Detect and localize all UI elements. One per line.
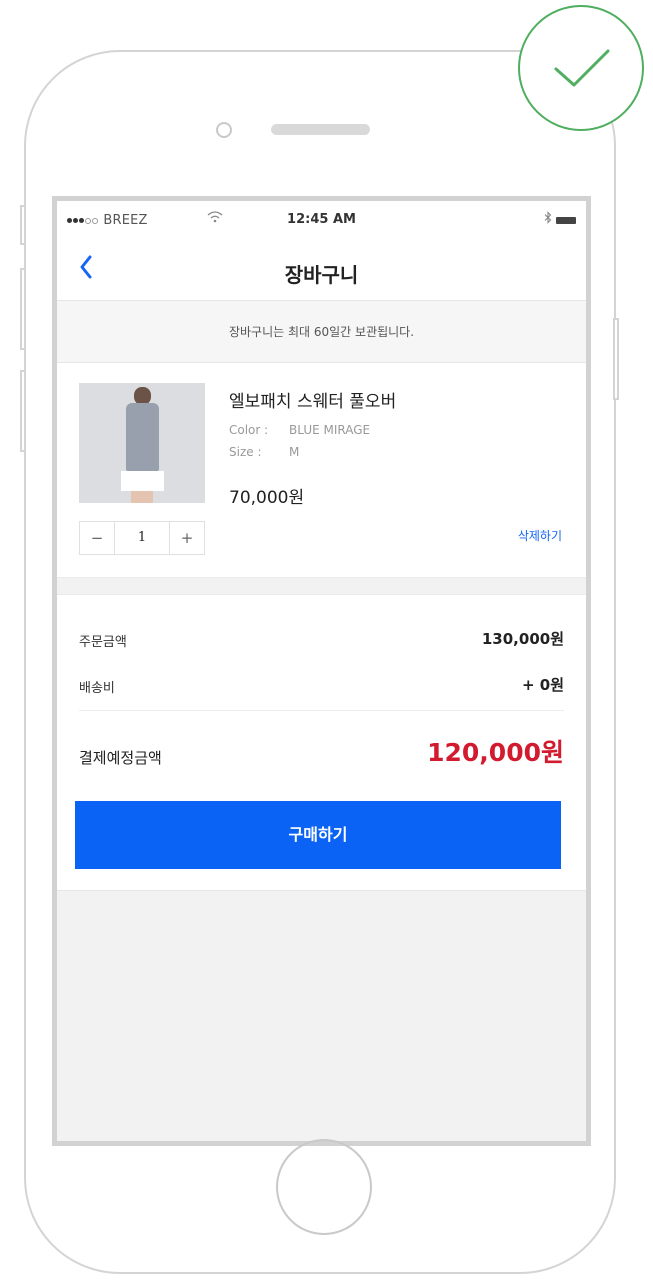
total-amount-value: 120,000원 bbox=[427, 738, 564, 767]
check-badge bbox=[518, 5, 644, 131]
home-button[interactable] bbox=[276, 1139, 372, 1235]
color-value: BLUE MIRAGE bbox=[289, 423, 371, 437]
quantity-stepper: − + bbox=[79, 521, 205, 555]
order-amount-value: 130,000원 bbox=[481, 630, 564, 648]
model-skirt bbox=[121, 471, 164, 491]
order-amount-label: 주문금액 bbox=[79, 635, 127, 650]
size-label: Size : bbox=[229, 445, 262, 459]
power-button bbox=[613, 318, 619, 400]
status-time: 12:45 AM bbox=[287, 212, 356, 227]
product-name[interactable]: 엘보패치 스웨터 풀오버 bbox=[229, 387, 396, 412]
volume-down-button bbox=[20, 370, 26, 452]
color-label: Color : bbox=[229, 423, 269, 437]
product-size: Size : M bbox=[229, 445, 299, 459]
speaker-grille bbox=[271, 124, 370, 135]
bluetooth-icon bbox=[544, 211, 552, 228]
model-legs bbox=[131, 491, 153, 503]
front-camera bbox=[216, 122, 232, 138]
shipping-fee-label: 배송비 bbox=[79, 681, 115, 696]
shipping-fee-value: + 0원 bbox=[521, 676, 564, 694]
decrease-quantity-button[interactable]: − bbox=[80, 522, 115, 554]
empty-area bbox=[57, 891, 586, 1141]
page-title: 장바구니 bbox=[284, 263, 359, 287]
total-amount-label: 결제예정금액 bbox=[79, 749, 162, 767]
status-bar: BREEZ 12:45 AM bbox=[57, 201, 586, 243]
increase-quantity-button[interactable]: + bbox=[169, 522, 204, 554]
quantity-input[interactable] bbox=[114, 522, 170, 554]
section-separator bbox=[57, 577, 586, 595]
order-summary: 주문금액 130,000원 배송비 + 0원 결제예정금액 120,000원 구… bbox=[57, 595, 586, 891]
nav-bar: 장바구니 bbox=[57, 243, 586, 301]
size-value: M bbox=[289, 445, 300, 459]
volume-up-button bbox=[20, 268, 26, 350]
checkmark-icon bbox=[554, 49, 610, 87]
phone-screen: BREEZ 12:45 AM 장바구니 장바구니는 최대 60일간 보관됩니다.… bbox=[52, 196, 591, 1146]
cart-notice: 장바구니는 최대 60일간 보관됩니다. bbox=[57, 301, 586, 363]
model-sweater bbox=[126, 403, 159, 471]
product-thumbnail[interactable] bbox=[79, 383, 205, 503]
product-color: Color : BLUE MIRAGE bbox=[229, 423, 370, 437]
cart-item: 엘보패치 스웨터 풀오버 Color : BLUE MIRAGE Size : … bbox=[57, 363, 586, 577]
purchase-button[interactable]: 구매하기 bbox=[75, 801, 561, 869]
battery-icon bbox=[556, 217, 576, 224]
delete-item-link[interactable]: 삭제하기 bbox=[518, 527, 562, 544]
mute-switch bbox=[20, 205, 26, 245]
product-price: 70,000원 bbox=[229, 488, 305, 508]
summary-divider bbox=[79, 710, 564, 711]
